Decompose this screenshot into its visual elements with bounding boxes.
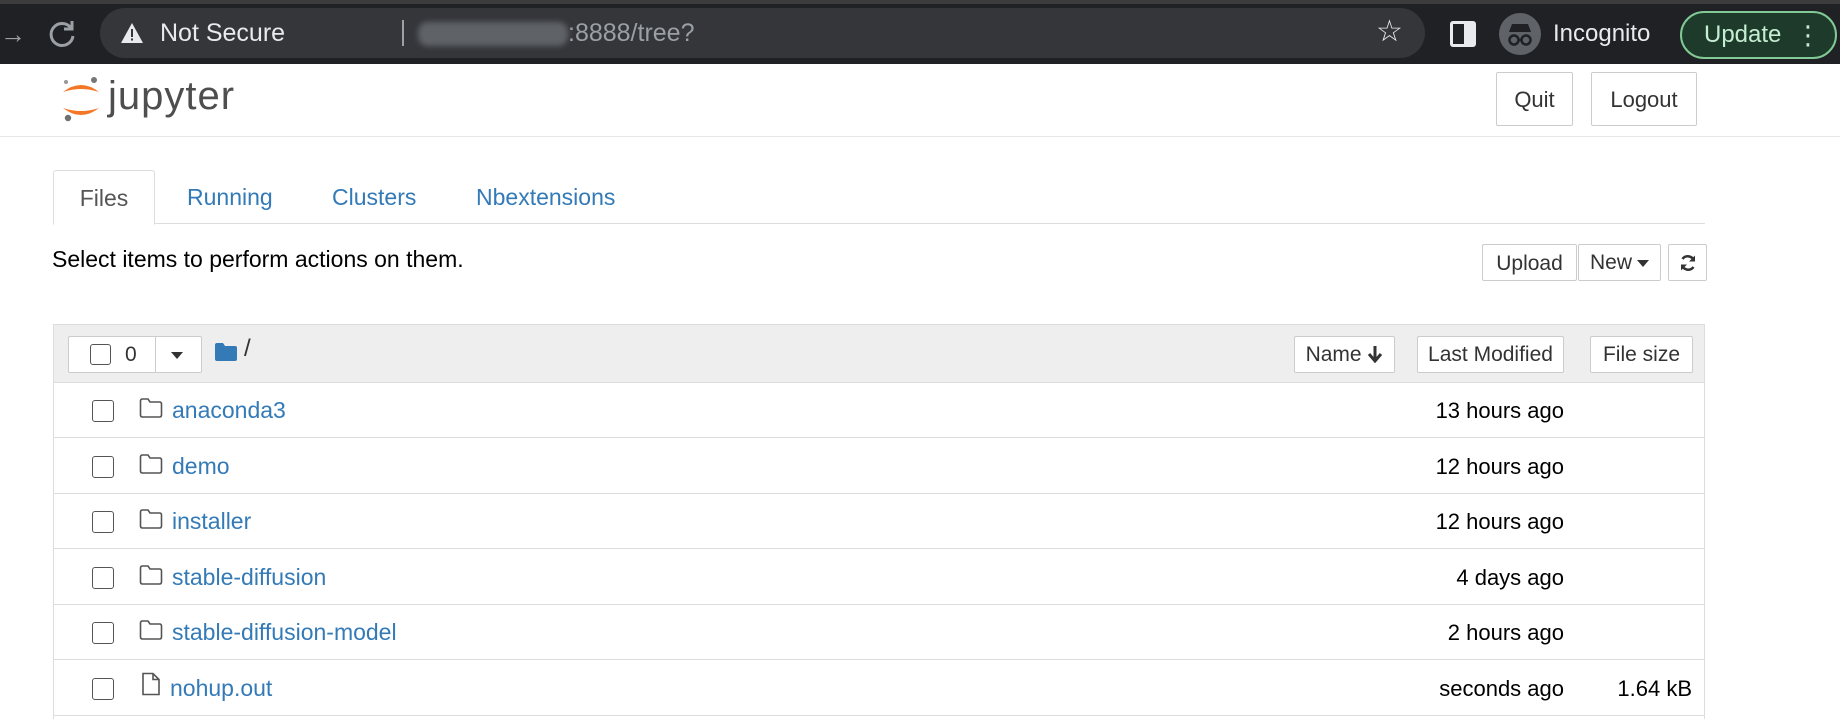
- sort-by-name-button[interactable]: Name: [1294, 336, 1395, 373]
- address-bar[interactable]: Not Secure :8888/tree? ☆: [100, 8, 1425, 58]
- upload-button[interactable]: Upload: [1482, 244, 1577, 281]
- update-label: Update: [1704, 21, 1782, 48]
- item-file-size: 1.64 kB: [1617, 675, 1692, 701]
- breadcrumb-path[interactable]: /: [244, 335, 251, 363]
- tab-bar: Files Running Clusters Nbextensions: [53, 170, 1705, 225]
- security-label[interactable]: Not Secure: [160, 8, 285, 58]
- tab-files[interactable]: Files: [53, 170, 155, 225]
- item-last-modified: seconds ago: [1439, 675, 1564, 701]
- forward-icon[interactable]: →: [0, 16, 26, 52]
- folder-icon: [139, 564, 163, 588]
- folder-icon: [139, 619, 163, 643]
- arrow-down-icon: [1368, 346, 1383, 364]
- file-icon: [139, 672, 163, 696]
- tab-running[interactable]: Running: [187, 170, 273, 224]
- kebab-menu-icon[interactable]: ⋮: [1795, 13, 1821, 57]
- folder-icon: [139, 508, 163, 532]
- side-panel-icon[interactable]: [1450, 21, 1476, 47]
- item-name-link[interactable]: installer: [172, 494, 251, 549]
- item-last-modified: 12 hours ago: [1435, 453, 1564, 479]
- row-checkbox[interactable]: [92, 677, 114, 700]
- logout-button[interactable]: Logout: [1591, 72, 1697, 126]
- row-checkbox[interactable]: [92, 400, 114, 422]
- item-last-modified: 2 hours ago: [1447, 620, 1564, 645]
- tab-clusters[interactable]: Clusters: [332, 170, 416, 224]
- row-checkbox[interactable]: [92, 511, 114, 533]
- item-name-link[interactable]: anaconda3: [172, 383, 286, 438]
- folder-icon: [139, 453, 163, 477]
- select-all-checkbox[interactable]: [90, 344, 111, 365]
- new-label: New: [1589, 251, 1632, 274]
- file-list-row[interactable]: demo 12 hours ago: [54, 439, 1704, 494]
- url-text[interactable]: :8888/tree?: [568, 8, 695, 58]
- file-list-row[interactable]: anaconda3 13 hours ago: [54, 383, 1704, 438]
- sort-by-last-modified-button[interactable]: Last Modified: [1417, 336, 1564, 373]
- redacted-host: [418, 22, 568, 46]
- tab-nbextensions[interactable]: Nbextensions: [476, 170, 615, 224]
- jupyter-logo-icon[interactable]: [58, 74, 104, 124]
- item-last-modified: 12 hours ago: [1435, 509, 1564, 534]
- jupyter-header: jupyter Quit Logout: [0, 64, 1840, 137]
- warning-icon: [120, 22, 144, 44]
- item-last-modified: 13 hours ago: [1435, 398, 1564, 423]
- sort-by-file-size-button[interactable]: File size: [1590, 336, 1693, 373]
- file-list-row[interactable]: stable-diffusion 4 days ago: [54, 550, 1704, 605]
- refresh-icon: [1680, 255, 1695, 271]
- name-column-label: Name: [1305, 343, 1362, 366]
- caret-down-icon: [171, 352, 183, 359]
- selected-count: 0: [125, 343, 137, 366]
- incognito-icon[interactable]: [1499, 13, 1541, 55]
- selection-dropdown-button[interactable]: [155, 337, 203, 372]
- folder-icon: [139, 397, 163, 421]
- file-list-row[interactable]: stable-diffusion-model 2 hours ago: [54, 605, 1704, 660]
- update-button[interactable]: Update ⋮: [1680, 11, 1837, 59]
- item-name-link[interactable]: nohup.out: [170, 661, 272, 716]
- new-dropdown-button[interactable]: New: [1578, 244, 1661, 281]
- row-checkbox[interactable]: [92, 455, 114, 478]
- caret-down-icon: [1637, 259, 1649, 267]
- selection-hint: Select items to perform actions on them.: [52, 246, 464, 272]
- folder-icon[interactable]: [214, 342, 238, 362]
- file-list-row[interactable]: installer 12 hours ago: [54, 494, 1704, 549]
- item-last-modified: 4 days ago: [1456, 564, 1564, 590]
- item-name-link[interactable]: stable-diffusion-model: [172, 605, 397, 660]
- file-list-row[interactable]: nohup.out seconds ago 1.64 kB: [54, 661, 1704, 716]
- star-icon[interactable]: ☆: [1376, 8, 1403, 58]
- divider: [402, 20, 404, 46]
- select-all-group: 0: [68, 336, 202, 373]
- item-name-link[interactable]: demo: [172, 439, 230, 494]
- row-checkbox[interactable]: [92, 622, 114, 644]
- refresh-button[interactable]: [1668, 244, 1707, 281]
- incognito-label: Incognito: [1553, 20, 1651, 47]
- file-list-header: 0 / Name Last Modified File size: [54, 325, 1704, 383]
- reload-icon[interactable]: [44, 16, 80, 52]
- jupyter-logo-text[interactable]: jupyter: [108, 74, 235, 119]
- item-name-link[interactable]: stable-diffusion: [172, 550, 326, 605]
- browser-toolbar: → Not Secure :8888/tree? ☆ Incognito Upd…: [0, 0, 1840, 64]
- file-list: 0 / Name Last Modified File size anacond…: [53, 324, 1705, 719]
- row-checkbox[interactable]: [92, 566, 114, 589]
- quit-button[interactable]: Quit: [1496, 72, 1573, 126]
